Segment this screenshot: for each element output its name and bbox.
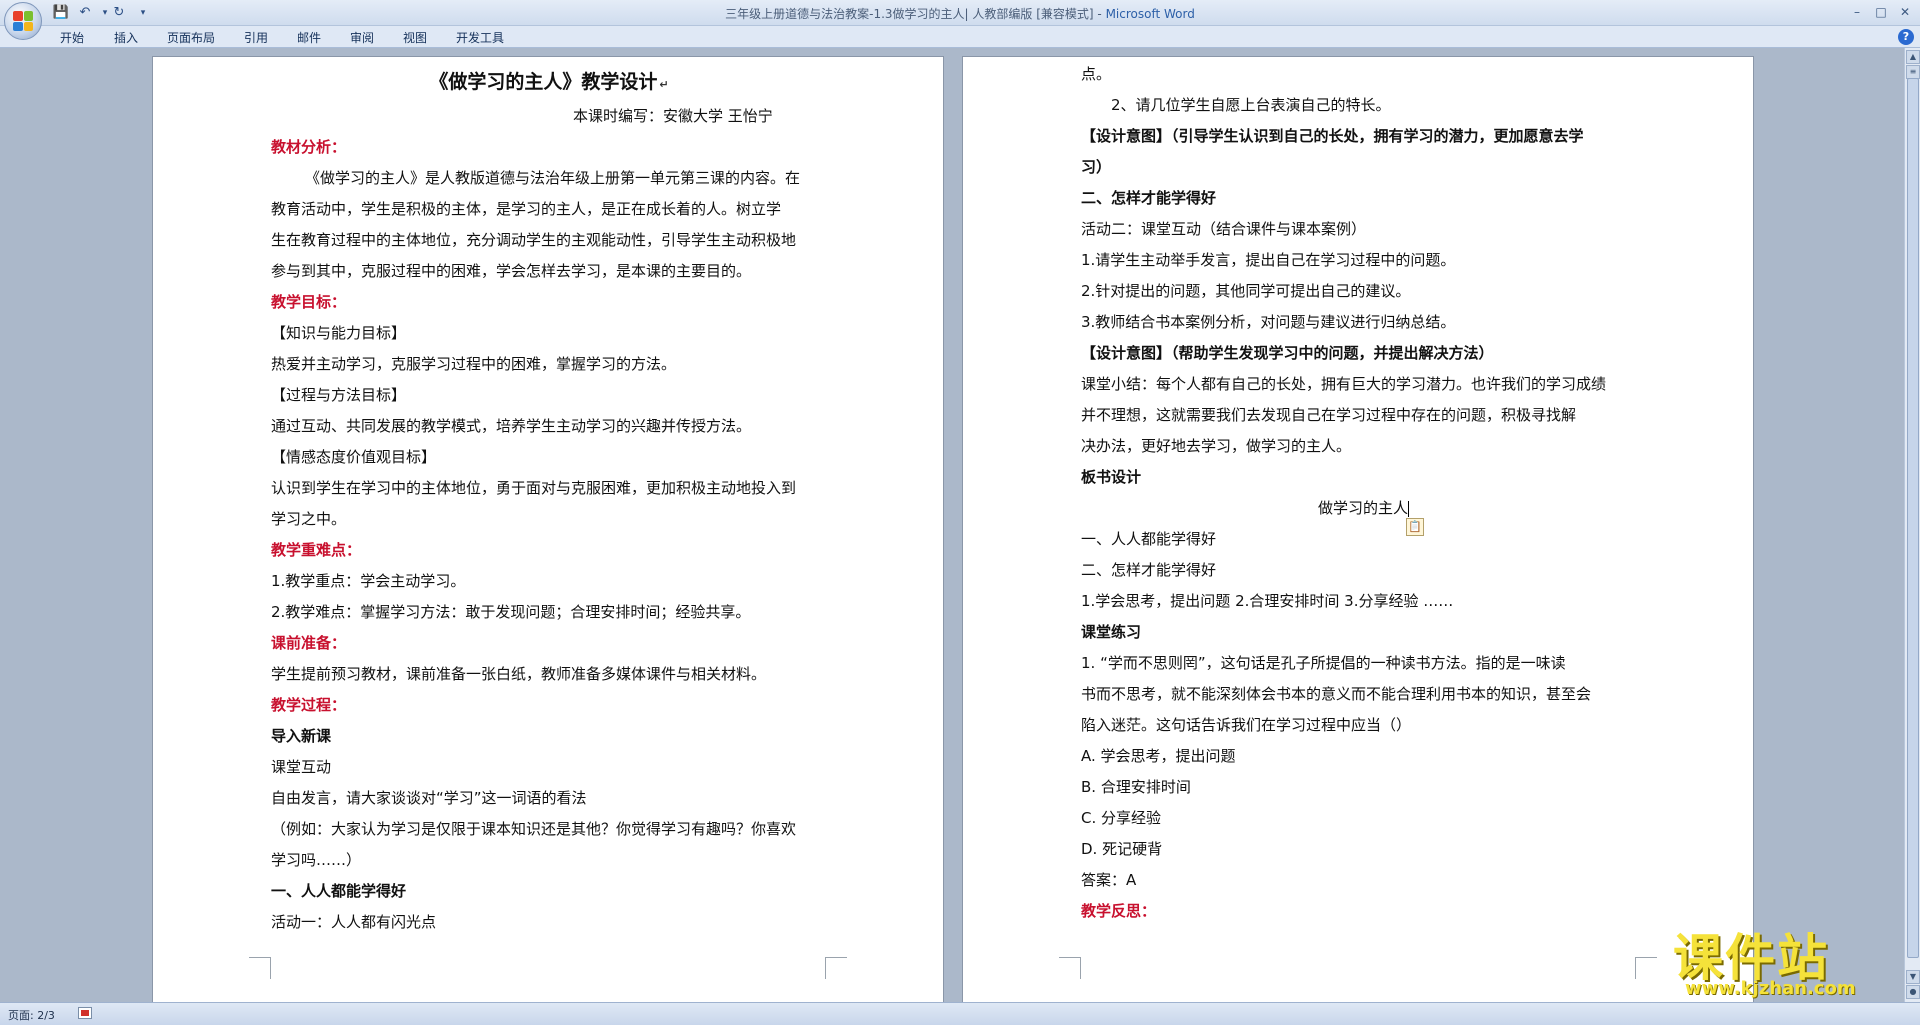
intent1-line-b: 习）	[1081, 158, 1112, 176]
ruler-toggle-icon[interactable]: ≡	[1906, 65, 1920, 79]
close-icon[interactable]: ✕	[1894, 3, 1916, 21]
answer-line: 答案：A	[1081, 871, 1137, 889]
tab-mailings[interactable]: 邮件	[297, 29, 321, 46]
goals-heading: 教学目标：	[271, 293, 347, 311]
minimize-icon[interactable]: –	[1846, 3, 1868, 21]
page-number-status[interactable]: 页面: 2/3	[8, 1007, 55, 1023]
question-line-1: 1. “学而不思则罔”，这句话是孔子所提倡的一种读书方法。指的是一味读	[1081, 654, 1566, 672]
goal1-text: 热爱并主动学习，克服学习过程中的困难，掌握学习的方法。	[271, 355, 677, 373]
board-title: 做学习的主人	[1318, 497, 1410, 518]
question-line-3: 陷入迷茫。这句话告诉我们在学习过程中应当（）	[1081, 716, 1412, 734]
activity1-line: 活动一：人人都有闪光点	[271, 913, 437, 931]
process-heading: 教学过程：	[271, 696, 347, 714]
activity2-item-1: 1.请学生主动举手发言，提出自己在学习过程中的问题。	[1081, 251, 1456, 269]
prep-text: 学生提前预习教材，课前准备一张白纸，教师准备多媒体课件与相关材料。	[271, 665, 767, 683]
maximize-icon[interactable]: □	[1870, 3, 1892, 21]
analysis-p4: 参与到其中，克服过程中的困难，学会怎样去学习，是本课的主要目的。	[271, 262, 752, 280]
app-name: Microsoft Word	[1105, 7, 1195, 21]
watermark-url: www.kjzhan.com	[1685, 978, 1856, 999]
text-cursor	[1408, 500, 1410, 517]
board-title-text: 做学习的主人	[1318, 499, 1409, 517]
intent2-line: 【设计意图】（帮助学生发现学习中的问题，并提出解决方法）	[1081, 344, 1494, 362]
crop-mark-bottom-left	[249, 957, 271, 979]
board-line-3: 1.学会思考，提出问题 2.合理安排时间 3.分享经验 ……	[1081, 592, 1454, 610]
activity2-line: 活动二：课堂互动（结合课件与课本案例）	[1081, 220, 1367, 238]
goal3-text1: 认识到学生在学习中的主体地位，勇于面对与克服困难，更加积极主动地投入到	[271, 479, 797, 497]
tab-insert[interactable]: 插入	[114, 29, 138, 46]
title-bar: 💾 ↶ ▾ ↻ ▾ 三年级上册道德与法治教案-1.3做学习的主人| 人教部编版 …	[0, 0, 1920, 40]
ribbon-tab-bar: 开始 插入 页面布局 引用 邮件 审阅 视图 开发工具 ?	[0, 26, 1920, 48]
key-heading: 教学重难点：	[271, 541, 362, 559]
speak-line: 自由发言，请大家谈谈对“学习”这一词语的看法	[271, 789, 587, 807]
example-line-2: 学习吗……）	[271, 851, 362, 869]
office-button[interactable]	[4, 2, 42, 40]
goal3-label: 【情感态度价值观目标】	[271, 448, 437, 466]
board-heading: 板书设计	[1081, 468, 1142, 486]
goal3-text2: 学习之中。	[271, 510, 347, 528]
summary-line-3: 决办法，更好地去学习，做学习的主人。	[1081, 437, 1352, 455]
author-line: 本课时编写：安徽大学 王怡宁	[573, 107, 773, 125]
goal2-label: 【过程与方法目标】	[271, 386, 407, 404]
help-icon[interactable]: ?	[1898, 29, 1914, 45]
document-title: 三年级上册道德与法治教案-1.3做学习的主人| 人教部编版 [兼容模式] -	[725, 7, 1106, 21]
crop-mark-bottom-left-right-page	[1059, 957, 1081, 979]
key-point-2: 2.教学难点：掌握学习方法：敢于发现问题；合理安排时间；经验共享。	[271, 603, 751, 621]
activity2-item-3: 3.教师结合书本案例分析，对问题与建议进行归纳总结。	[1081, 313, 1456, 331]
example-line-1: （例如：大家认为学习是仅限于课本知识还是其他？你觉得学习有趣吗？你喜欢	[271, 820, 797, 838]
tab-page-layout[interactable]: 页面布局	[167, 29, 215, 46]
page-title-text: 《做学习的主人》教学设计	[429, 71, 658, 93]
goal1-label: 【知识与能力目标】	[271, 324, 407, 342]
practice-heading: 课堂练习	[1081, 623, 1142, 641]
option-c: C. 分享经验	[1081, 809, 1162, 827]
prep-heading: 课前准备：	[271, 634, 347, 652]
option-d: D. 死记硬背	[1081, 840, 1163, 858]
scrollbar-thumb[interactable]	[1907, 78, 1919, 958]
right-line-1: 点。	[1081, 65, 1112, 83]
document-page-right[interactable]: 点。 2、请几位学生自愿上台表演自己的特长。 【设计意图】（引导学生认识到自己的…	[962, 56, 1754, 1002]
analysis-heading: 教材分析：	[271, 138, 347, 156]
tab-references[interactable]: 引用	[244, 29, 268, 46]
page-title: 《做学习的主人》教学设计 ↵	[429, 71, 669, 93]
section2-heading: 二、怎样才能学得好	[1081, 189, 1217, 207]
tab-review[interactable]: 审阅	[350, 29, 374, 46]
office-logo-icon	[13, 11, 33, 31]
document-area[interactable]: 《做学习的主人》教学设计 ↵ 本课时编写：安徽大学 王怡宁 教材分析： 《做学习的…	[0, 48, 1904, 1002]
proofing-language-icon[interactable]	[78, 1007, 92, 1019]
right-line-2: 2、请几位学生自愿上台表演自己的特长。	[1111, 96, 1391, 114]
paste-options-icon[interactable]: 📋	[1406, 518, 1424, 536]
analysis-p2: 教育活动中，学生是积极的主体，是学习的主人，是正在成长着的人。树立学	[271, 200, 782, 218]
summary-line-2: 并不理想，这就需要我们去发现自己在学习过程中存在的问题，积极寻找解	[1081, 406, 1577, 424]
vertical-scrollbar[interactable]: ▲ ≡ ▼ ●	[1904, 48, 1920, 1002]
section1-heading: 一、人人都能学得好	[271, 882, 407, 900]
option-b: B. 合理安排时间	[1081, 778, 1191, 796]
document-page-left[interactable]: 《做学习的主人》教学设计 ↵ 本课时编写：安徽大学 王怡宁 教材分析： 《做学习的…	[152, 56, 944, 1002]
status-bar: 页面: 2/3	[0, 1002, 1920, 1025]
board-line-2: 二、怎样才能学得好	[1081, 561, 1217, 579]
tab-developer[interactable]: 开发工具	[456, 29, 504, 46]
window-title: 三年级上册道德与法治教案-1.3做学习的主人| 人教部编版 [兼容模式] - M…	[0, 5, 1920, 22]
key-point-1: 1.教学重点：学会主动学习。	[271, 572, 466, 590]
reflection-heading: 教学反思：	[1081, 902, 1157, 920]
crop-mark-bottom-right-right-page	[1635, 957, 1657, 979]
tab-view[interactable]: 视图	[403, 29, 427, 46]
summary-line-1: 课堂小结：每个人都有自己的长处，拥有巨大的学习潜力。也许我们的学习成绩	[1081, 375, 1607, 393]
crop-mark-bottom-right	[825, 957, 847, 979]
analysis-p3: 生在教育过程中的主体地位，充分调动学生的主观能动性，引导学生主动积极地	[271, 231, 797, 249]
intent1-line-a: 【设计意图】（引导学生认识到自己的长处，拥有学习的潜力，更加愿意去学	[1081, 127, 1584, 145]
intro-heading: 导入新课	[271, 727, 332, 745]
activity2-item-2: 2.针对提出的问题，其他同学可提出自己的建议。	[1081, 282, 1411, 300]
tab-home[interactable]: 开始	[60, 29, 84, 46]
scroll-up-icon[interactable]: ▲	[1906, 50, 1920, 64]
board-line-1: 一、人人都能学得好	[1081, 530, 1217, 548]
goal2-text: 通过互动、共同发展的教学模式，培养学生主动学习的兴趣并传授方法。	[271, 417, 752, 435]
question-line-2: 书而不思考，就不能深刻体会书本的意义而不能合理利用书本的知识，甚至会	[1081, 685, 1592, 703]
option-a: A. 学会思考，提出问题	[1081, 747, 1236, 765]
interaction-line: 课堂互动	[271, 758, 332, 776]
kjzhan-watermark-logo: 课件站 www.kjzhan.com	[1665, 918, 1915, 1003]
analysis-p1: 《做学习的主人》是人教版道德与法治年级上册第一单元第三课的内容。在	[305, 169, 801, 187]
